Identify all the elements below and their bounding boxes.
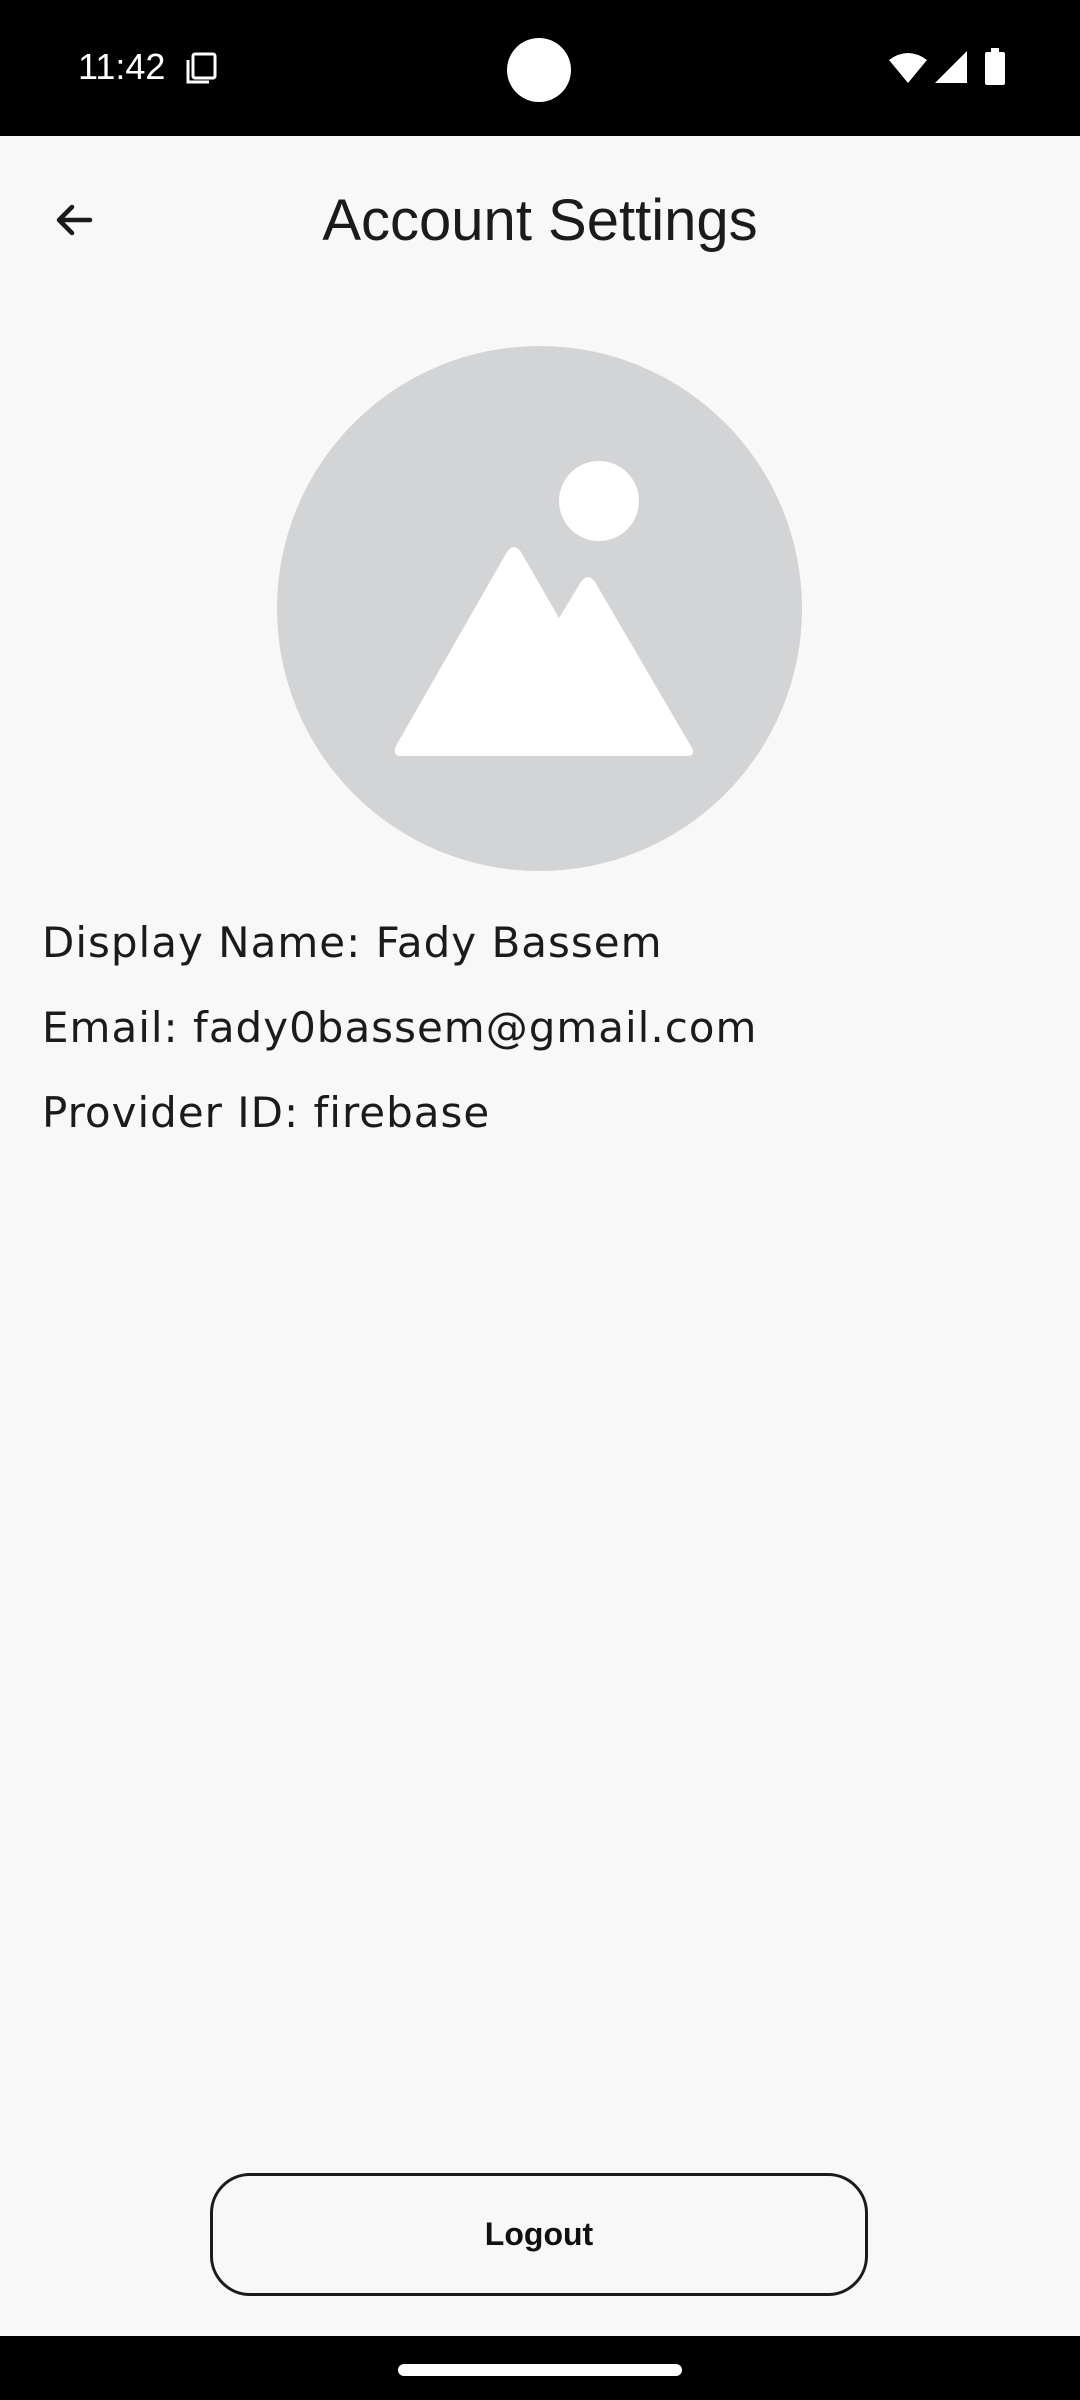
top-app-bar: Account Settings bbox=[0, 136, 1080, 304]
account-settings-screen: Account Settings Display Name: Fady Bass… bbox=[0, 136, 1080, 2336]
status-bar: 11:42 bbox=[0, 0, 1080, 136]
email-text: Email: fady0bassem@gmail.com bbox=[42, 1003, 758, 1052]
logout-button[interactable]: Logout bbox=[210, 2173, 868, 2296]
avatar bbox=[277, 346, 802, 871]
display-name-text: Display Name: Fady Bassem bbox=[42, 918, 663, 967]
wifi-icon bbox=[889, 53, 927, 83]
home-gesture-handle[interactable] bbox=[398, 2364, 682, 2376]
logout-label: Logout bbox=[484, 2216, 594, 2252]
signal-icon bbox=[935, 51, 967, 83]
page-title-text: Account Settings bbox=[322, 188, 758, 253]
notification-copy-icon bbox=[186, 52, 217, 84]
navigation-bar bbox=[0, 2336, 1080, 2400]
image-placeholder-icon bbox=[394, 461, 694, 756]
provider-id-text: Provider ID: firebase bbox=[42, 1088, 491, 1137]
page-title: Account Settings bbox=[0, 186, 1080, 256]
camera-cutout bbox=[507, 38, 571, 102]
battery-icon bbox=[985, 48, 1005, 85]
status-time: 11:42 bbox=[78, 46, 166, 87]
phone-screen: 11:42 Account Settings Display Name: Fad… bbox=[0, 0, 1080, 2400]
